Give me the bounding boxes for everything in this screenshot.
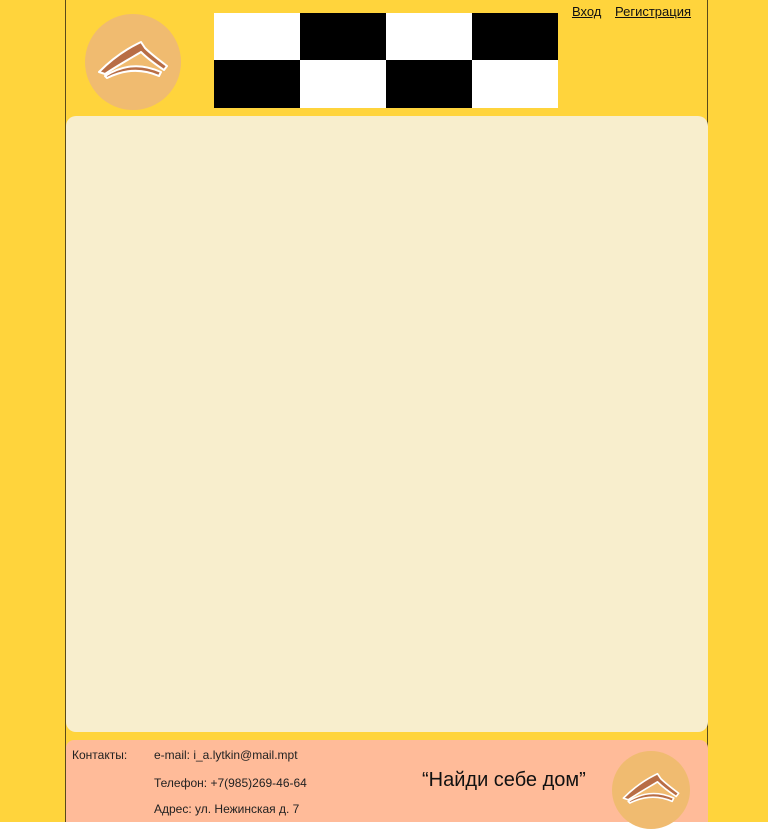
footer-logo[interactable] <box>612 751 690 829</box>
house-roof-logo-icon <box>98 41 168 79</box>
house-roof-logo-icon <box>622 772 680 804</box>
register-link[interactable]: Регистрация <box>615 4 691 19</box>
header-logo[interactable] <box>85 14 181 110</box>
login-link[interactable]: Вход <box>572 4 601 19</box>
banner-cell <box>300 13 386 60</box>
main-content-panel <box>66 116 708 732</box>
banner-cell <box>472 60 558 108</box>
banner-cell <box>214 60 300 108</box>
contact-email: e-mail: i_a.lytkin@mail.mpt <box>154 748 298 762</box>
contact-address: Адрес: ул. Нежинская д. 7 <box>154 802 300 816</box>
banner-cell <box>386 13 472 60</box>
slogan: “Найди себе дом” <box>422 769 586 791</box>
banner-cell <box>214 13 300 60</box>
banner-cell <box>386 60 472 108</box>
contact-phone: Телефон: +7(985)269-46-64 <box>154 776 307 790</box>
banner-cell <box>472 13 558 60</box>
footer: Контакты: e-mail: i_a.lytkin@mail.mpt Те… <box>66 740 708 829</box>
header-banner <box>214 13 558 108</box>
auth-links: Вход Регистрация <box>562 4 691 19</box>
contacts-label: Контакты: <box>72 748 128 762</box>
banner-cell <box>300 60 386 108</box>
